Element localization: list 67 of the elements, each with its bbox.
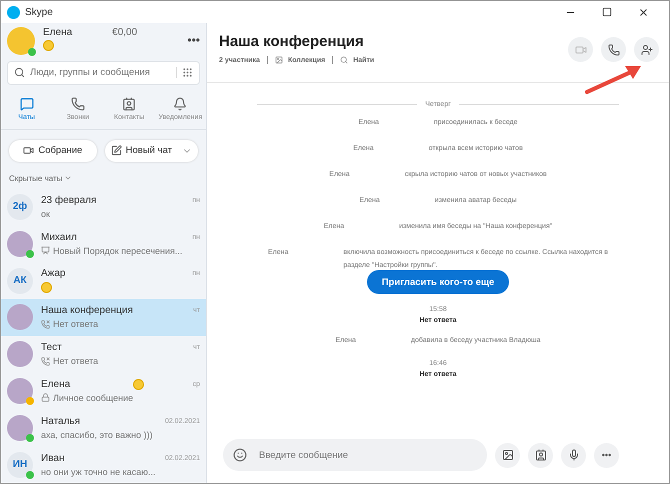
chat-name: Тест: [41, 342, 62, 354]
photo-placeholder: [7, 341, 33, 368]
annotation-arrow-drawing: [583, 64, 643, 96]
media-button[interactable]: [495, 442, 520, 468]
action-button[interactable]: Новый чат: [104, 140, 198, 162]
search-box[interactable]: Люди, группы и сообщения: [7, 61, 200, 85]
initials-avatar: АК: [7, 268, 33, 294]
edit-icon: [110, 145, 122, 156]
emoji-icon: [43, 40, 54, 51]
balance: €0,00: [112, 27, 138, 38]
more-button[interactable]: •••: [594, 442, 619, 468]
search-icon: [14, 67, 25, 78]
maximize-icon[interactable]: [602, 6, 612, 18]
message-input[interactable]: Введите сообщение: [259, 450, 477, 460]
phone-icon: [608, 44, 620, 56]
call-button[interactable]: [601, 37, 626, 62]
search-icon: [340, 56, 348, 64]
chat-name: Михаил: [41, 232, 77, 243]
lock-icon: [41, 393, 50, 402]
microphone-icon: [568, 449, 580, 461]
microphone-button[interactable]: [561, 442, 586, 468]
contact-card-icon: [534, 449, 546, 461]
chat-name: Ажар: [41, 268, 66, 280]
contact-card-button[interactable]: [528, 442, 553, 468]
bell-icon: [173, 96, 188, 111]
chat-icon: [20, 96, 34, 111]
chat-name: Наталья: [41, 416, 80, 427]
chat-preview: Личное сообщение: [53, 392, 134, 403]
gallery-icon: [274, 56, 283, 64]
conversation-title: Наша конференция: [219, 33, 365, 50]
contact-card-icon: [122, 96, 136, 111]
video-camera-icon: [23, 145, 34, 156]
emoji-icon: [233, 448, 247, 462]
action-button[interactable]: Собрание: [9, 140, 97, 162]
missed-call-icon: [41, 356, 50, 366]
chat-preview: ок: [41, 208, 50, 219]
chat-name: Иван: [41, 452, 64, 464]
chat-name: Елена: [41, 378, 70, 390]
window-title: Skype: [25, 6, 53, 18]
app-logo-icon: [7, 6, 20, 18]
chat-name: 23 февраля: [41, 194, 96, 206]
dialpad-icon: [182, 67, 193, 78]
initials-avatar: ИН: [7, 452, 33, 478]
photo-placeholder: [7, 304, 33, 330]
section-label: Скрытые чаты: [9, 174, 62, 183]
close-icon[interactable]: [638, 6, 649, 18]
add-people-button[interactable]: [634, 37, 659, 62]
more-menu[interactable]: •••: [187, 33, 200, 47]
phone-icon: [70, 96, 85, 111]
chat-name: Наша конференция: [41, 305, 133, 316]
search-field[interactable]: Люди, группы и сообщения: [30, 67, 171, 78]
missed-call-icon: [41, 320, 50, 329]
invite-button[interactable]: Пригласить кого-то еще: [366, 270, 510, 294]
slides-icon: [41, 246, 50, 256]
video-camera-icon: [574, 44, 586, 56]
add-person-icon: [640, 44, 652, 56]
chat-preview: Нет ответа: [53, 319, 98, 330]
initials-avatar: 2ф: [7, 194, 33, 220]
profile-name: Елена: [43, 27, 72, 38]
emoji-icon: [41, 282, 52, 294]
chat-preview: аха, спасибо, это важно ))): [41, 430, 153, 440]
image-icon: [502, 449, 514, 461]
chat-preview: но они уж точно не касаю...: [41, 466, 156, 477]
emoji-icon: [133, 378, 144, 390]
chat-preview: Новый Порядок пересечения...: [53, 246, 182, 256]
message-box[interactable]: Введите сообщение: [223, 439, 487, 471]
chat-preview: Нет ответа: [53, 356, 98, 366]
